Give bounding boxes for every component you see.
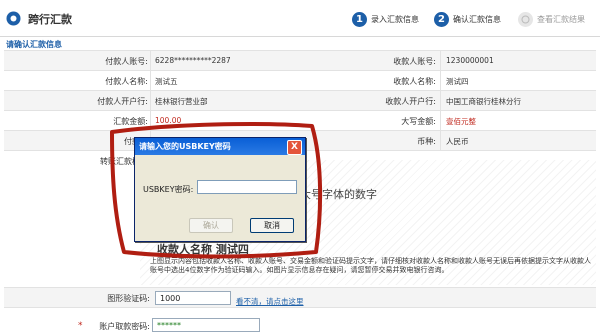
usbkey-password-label: USBKEY密码:: [143, 185, 194, 194]
payer-bank-label: 付款人开户行:: [97, 97, 148, 106]
currency-label: 币种:: [417, 137, 436, 146]
transfer-mode-label: 转账汇款模式: [100, 157, 148, 166]
header-bar: 跨行汇款 1 录入汇款信息 2 确认汇款信息 查看汇款结果: [0, 0, 600, 37]
section-title: 请确认汇款信息: [6, 40, 62, 49]
payee-account-label: 收款人账号:: [393, 57, 436, 66]
confirm-button[interactable]: 确认: [189, 218, 233, 233]
bank-logo-icon: [6, 11, 21, 26]
payee-name-value: 测试四: [446, 77, 469, 86]
amount-value: 100.00: [155, 116, 182, 125]
step-1-label: 录入汇款信息: [371, 14, 419, 24]
step-1: 1 录入汇款信息: [352, 10, 419, 28]
step-3-label: 查看汇款结果: [537, 14, 585, 24]
payee-account-value: 1230000001: [446, 56, 494, 65]
cancel-button[interactable]: 取消: [250, 218, 294, 233]
divider: [4, 110, 596, 111]
amount-label: 汇款金额:: [113, 117, 148, 126]
fee-label: 付款用: [10, 136, 148, 147]
payer-bank-value: 桂林银行营业部: [155, 97, 208, 106]
usbkey-dialog: 请输入您的USBKEY密码 X USBKEY密码: 确认 取消: [134, 137, 306, 242]
captcha-payee-name: 收款人名称 测试四: [157, 243, 249, 256]
usbkey-password-input[interactable]: [197, 180, 297, 194]
payee-bank-label: 收款人开户行:: [385, 97, 436, 106]
amount-upper-value: 壹佰元整: [446, 117, 476, 126]
required-mark: *: [78, 321, 83, 331]
dialog-title: 请输入您的USBKEY密码: [139, 142, 231, 151]
step-pending-icon: [521, 15, 530, 23]
payer-name-value: 测试五: [155, 77, 178, 86]
step-3-number: [518, 11, 533, 27]
page-title: 跨行汇款: [28, 13, 72, 26]
payee-name-label: 收款人名称:: [393, 77, 436, 86]
step-2-label: 确认汇款信息: [453, 14, 501, 24]
step-1-number: 1: [352, 11, 367, 27]
captcha-note: 上图显示内容包括收款人名称、收款人账号、交易金额和验证码提示文字，请仔细核对收款…: [150, 257, 591, 274]
refresh-captcha-link[interactable]: 看不清，请点击这里: [236, 296, 304, 307]
password-label: 账户取款密码:: [99, 322, 150, 331]
dialog-titlebar[interactable]: 请输入您的USBKEY密码 X: [135, 138, 305, 155]
step-3: 查看汇款结果: [518, 10, 585, 28]
divider: [4, 70, 596, 71]
close-icon[interactable]: X: [287, 140, 302, 155]
captcha-code-input[interactable]: 1000: [155, 291, 231, 305]
captcha-code-label: 图形验证码:: [107, 294, 150, 303]
payer-account-value: 6228**********2287: [155, 56, 231, 65]
divider: [4, 307, 596, 308]
divider: [150, 50, 151, 150]
step-2: 2 确认汇款信息: [434, 10, 501, 28]
payer-account-label: 付款人账号:: [105, 57, 148, 66]
payee-bank-value: 中国工商银行桂林分行: [446, 97, 521, 106]
amount-upper-label: 大写金额:: [401, 117, 436, 126]
captcha-big-text: 大号字体的数字: [300, 188, 377, 201]
password-input[interactable]: ******: [152, 318, 260, 332]
currency-value: 人民币: [446, 137, 469, 146]
divider: [440, 50, 441, 150]
step-2-number: 2: [434, 11, 449, 27]
payer-name-label: 付款人名称:: [105, 77, 148, 86]
